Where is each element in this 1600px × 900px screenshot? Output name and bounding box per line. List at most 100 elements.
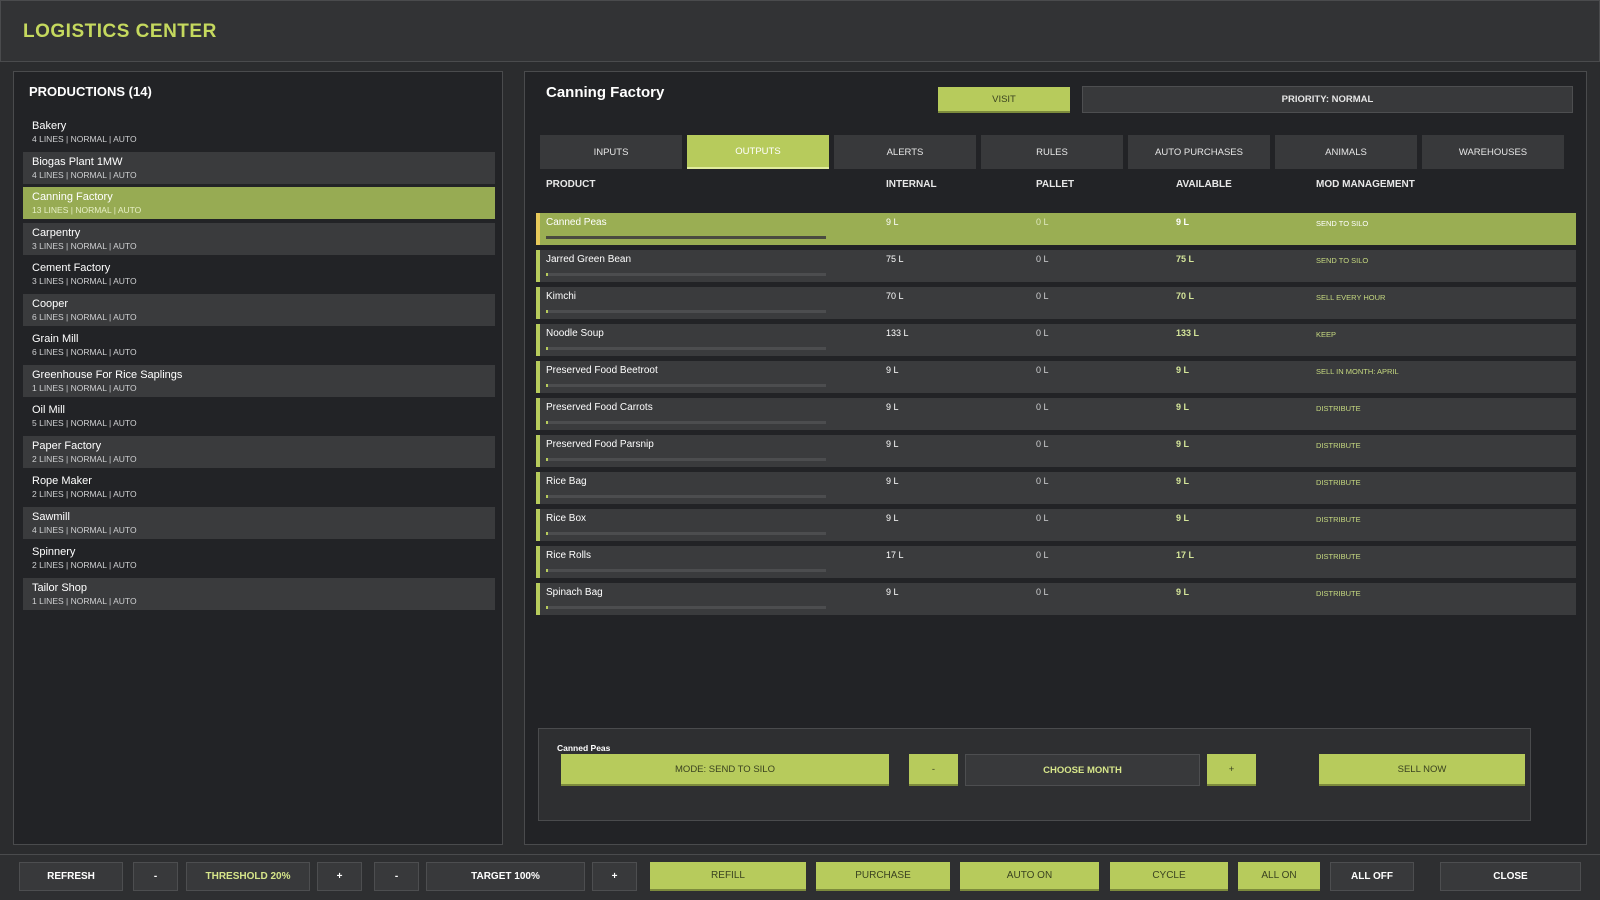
table-row[interactable]: Rice Box 9 L 0 L 9 L DISTRIBUTE bbox=[536, 509, 1576, 541]
mod-management-mode[interactable]: SEND TO SILO bbox=[1316, 219, 1368, 228]
mod-management-mode[interactable]: DISTRIBUTE bbox=[1316, 552, 1361, 561]
production-item-selected[interactable]: Canning Factory 13 LINES | NORMAL | AUTO bbox=[23, 187, 495, 219]
table-row[interactable]: Noodle Soup 133 L 0 L 133 L KEEP bbox=[536, 324, 1576, 356]
product-name: Rice Bag bbox=[546, 476, 587, 487]
tab-rules[interactable]: RULES bbox=[981, 135, 1123, 169]
mod-management-mode[interactable]: DISTRIBUTE bbox=[1316, 589, 1361, 598]
table-row[interactable]: Preserved Food Parsnip 9 L 0 L 9 L DISTRIBUT… bbox=[536, 435, 1576, 467]
mod-management-mode[interactable]: DISTRIBUTE bbox=[1316, 441, 1361, 450]
fill-level-bar bbox=[546, 421, 826, 424]
production-name: Bakery bbox=[32, 120, 67, 132]
production-item[interactable]: Tailor Shop 1 LINES | NORMAL | AUTO bbox=[23, 577, 495, 610]
refresh-button[interactable]: REFRESH bbox=[19, 862, 123, 891]
purchase-button[interactable]: PURCHASE bbox=[816, 862, 950, 891]
fill-level-bar bbox=[546, 606, 826, 609]
production-item[interactable]: Carpentry 3 LINES | NORMAL | AUTO bbox=[23, 222, 495, 255]
table-row[interactable]: Preserved Food Beetroot 9 L 0 L 9 L SELL IN … bbox=[536, 361, 1576, 393]
product-name: Kimchi bbox=[546, 291, 577, 302]
mod-management-mode[interactable]: SEND TO SILO bbox=[1316, 256, 1368, 265]
production-item[interactable]: Spinnery 2 LINES | NORMAL | AUTO bbox=[23, 542, 495, 574]
pallet-amount: 0 L bbox=[1036, 587, 1049, 597]
internal-amount: 9 L bbox=[886, 587, 899, 597]
table-row[interactable]: Rice Bag 9 L 0 L 9 L DISTRIBUTE bbox=[536, 472, 1576, 504]
production-name: Cooper bbox=[32, 297, 69, 310]
target-minus-button[interactable]: - bbox=[374, 862, 419, 891]
pallet-amount: 0 L bbox=[1036, 513, 1049, 523]
all-on-button[interactable]: ALL ON bbox=[1238, 862, 1320, 891]
table-row[interactable]: Jarred Green Bean 75 L 0 L 75 L SEND TO SILO bbox=[536, 250, 1576, 282]
month-minus-button[interactable]: - bbox=[909, 754, 958, 786]
production-item[interactable]: Sawmill 4 LINES | NORMAL | AUTO bbox=[23, 506, 495, 539]
target-plus-button[interactable]: + bbox=[592, 862, 637, 891]
production-item[interactable]: Cooper 6 LINES | NORMAL | AUTO bbox=[23, 293, 495, 326]
tab-warehouses[interactable]: WAREHOUSES bbox=[1422, 135, 1564, 169]
table-row[interactable]: Kimchi 70 L 0 L 70 L SELL EVERY HOUR bbox=[536, 287, 1576, 319]
visit-button[interactable]: VISIT bbox=[938, 87, 1070, 113]
choose-month-button[interactable]: CHOOSE MONTH bbox=[965, 754, 1200, 786]
available-amount: 9 L bbox=[1176, 217, 1190, 227]
mod-management-mode[interactable]: KEEP bbox=[1316, 330, 1336, 339]
fill-level-bar-fill bbox=[546, 421, 548, 424]
table-row[interactable]: Rice Rolls 17 L 0 L 17 L DISTRIBUTE bbox=[536, 546, 1576, 578]
production-name: Spinnery bbox=[32, 546, 76, 558]
tab-auto-purchases[interactable]: AUTO PURCHASES bbox=[1128, 135, 1270, 169]
production-meta: 4 LINES | NORMAL | AUTO bbox=[32, 169, 137, 180]
production-item[interactable]: Paper Factory 2 LINES | NORMAL | AUTO bbox=[23, 435, 495, 468]
available-amount: 9 L bbox=[1176, 476, 1190, 486]
mod-management-mode[interactable]: SELL EVERY HOUR bbox=[1316, 293, 1385, 302]
table-row[interactable]: Preserved Food Carrots 9 L 0 L 9 L DISTRIBUT… bbox=[536, 398, 1576, 430]
production-name: Sawmill bbox=[32, 510, 70, 523]
tab-outputs[interactable]: OUTPUTS bbox=[687, 135, 829, 169]
internal-amount: 9 L bbox=[886, 217, 899, 227]
mod-management-mode[interactable]: DISTRIBUTE bbox=[1316, 404, 1361, 413]
internal-amount: 9 L bbox=[886, 476, 899, 486]
internal-amount: 9 L bbox=[886, 513, 899, 523]
mod-management-mode[interactable]: DISTRIBUTE bbox=[1316, 478, 1361, 487]
target-button[interactable]: TARGET 100% bbox=[426, 862, 585, 891]
production-item[interactable]: Oil Mill 5 LINES | NORMAL | AUTO bbox=[23, 400, 495, 432]
threshold-button[interactable]: THRESHOLD 20% bbox=[186, 862, 310, 891]
month-plus-button[interactable]: + bbox=[1207, 754, 1256, 786]
product-name: Noodle Soup bbox=[546, 328, 604, 339]
productions-title: PRODUCTIONS (14) bbox=[29, 84, 152, 99]
mode-button[interactable]: MODE: SEND TO SILO bbox=[561, 754, 889, 786]
production-item[interactable]: Grain Mill 6 LINES | NORMAL | AUTO bbox=[23, 329, 495, 361]
refill-button[interactable]: REFILL bbox=[650, 862, 806, 891]
production-meta: 1 LINES | NORMAL | AUTO bbox=[32, 595, 137, 606]
product-name: Canned Peas bbox=[546, 217, 607, 228]
internal-amount: 9 L bbox=[886, 365, 899, 375]
sell-now-button[interactable]: SELL NOW bbox=[1319, 754, 1525, 786]
production-item[interactable]: Rope Maker 2 LINES | NORMAL | AUTO bbox=[23, 471, 495, 503]
fill-level-bar bbox=[546, 495, 826, 498]
available-amount: 9 L bbox=[1176, 402, 1190, 412]
table-row[interactable]: Spinach Bag 9 L 0 L 9 L DISTRIBUTE bbox=[536, 583, 1576, 615]
internal-amount: 75 L bbox=[886, 254, 904, 264]
threshold-plus-button[interactable]: + bbox=[317, 862, 362, 891]
threshold-minus-button[interactable]: - bbox=[133, 862, 178, 891]
fill-level-bar bbox=[546, 569, 826, 572]
all-off-button[interactable]: ALL OFF bbox=[1330, 862, 1414, 891]
fill-level-bar-fill bbox=[546, 347, 548, 350]
production-meta: 3 LINES | NORMAL | AUTO bbox=[32, 240, 137, 251]
production-item[interactable]: Biogas Plant 1MW 4 LINES | NORMAL | AUTO bbox=[23, 151, 495, 184]
app-title: LOGISTICS CENTER bbox=[23, 21, 217, 42]
tab-animals[interactable]: ANIMALS bbox=[1275, 135, 1417, 169]
mod-management-mode[interactable]: DISTRIBUTE bbox=[1316, 515, 1361, 524]
pallet-amount: 0 L bbox=[1036, 439, 1049, 449]
auto-on-button[interactable]: AUTO ON bbox=[960, 862, 1099, 891]
table-row-selected[interactable]: Canned Peas 9 L 0 L 9 L SEND TO SILO bbox=[536, 213, 1576, 245]
close-button[interactable]: CLOSE bbox=[1440, 862, 1581, 891]
product-name: Rice Rolls bbox=[546, 550, 592, 561]
production-meta: 4 LINES | NORMAL | AUTO bbox=[32, 134, 137, 144]
production-item[interactable]: Cement Factory 3 LINES | NORMAL | AUTO bbox=[23, 258, 495, 290]
tab-alerts[interactable]: ALERTS bbox=[834, 135, 976, 169]
available-amount: 9 L bbox=[1176, 587, 1190, 597]
priority-button[interactable]: PRIORITY: NORMAL bbox=[1082, 86, 1573, 113]
cycle-button[interactable]: CYCLE bbox=[1110, 862, 1228, 891]
production-item[interactable]: Greenhouse For Rice Saplings 1 LINES | NO… bbox=[23, 364, 495, 397]
production-meta: 5 LINES | NORMAL | AUTO bbox=[32, 418, 137, 428]
fill-level-bar bbox=[546, 458, 826, 461]
production-item[interactable]: Bakery 4 LINES | NORMAL | AUTO bbox=[23, 116, 495, 148]
mod-management-mode[interactable]: SELL IN MONTH: APRIL bbox=[1316, 367, 1399, 376]
tab-inputs[interactable]: INPUTS bbox=[540, 135, 682, 169]
